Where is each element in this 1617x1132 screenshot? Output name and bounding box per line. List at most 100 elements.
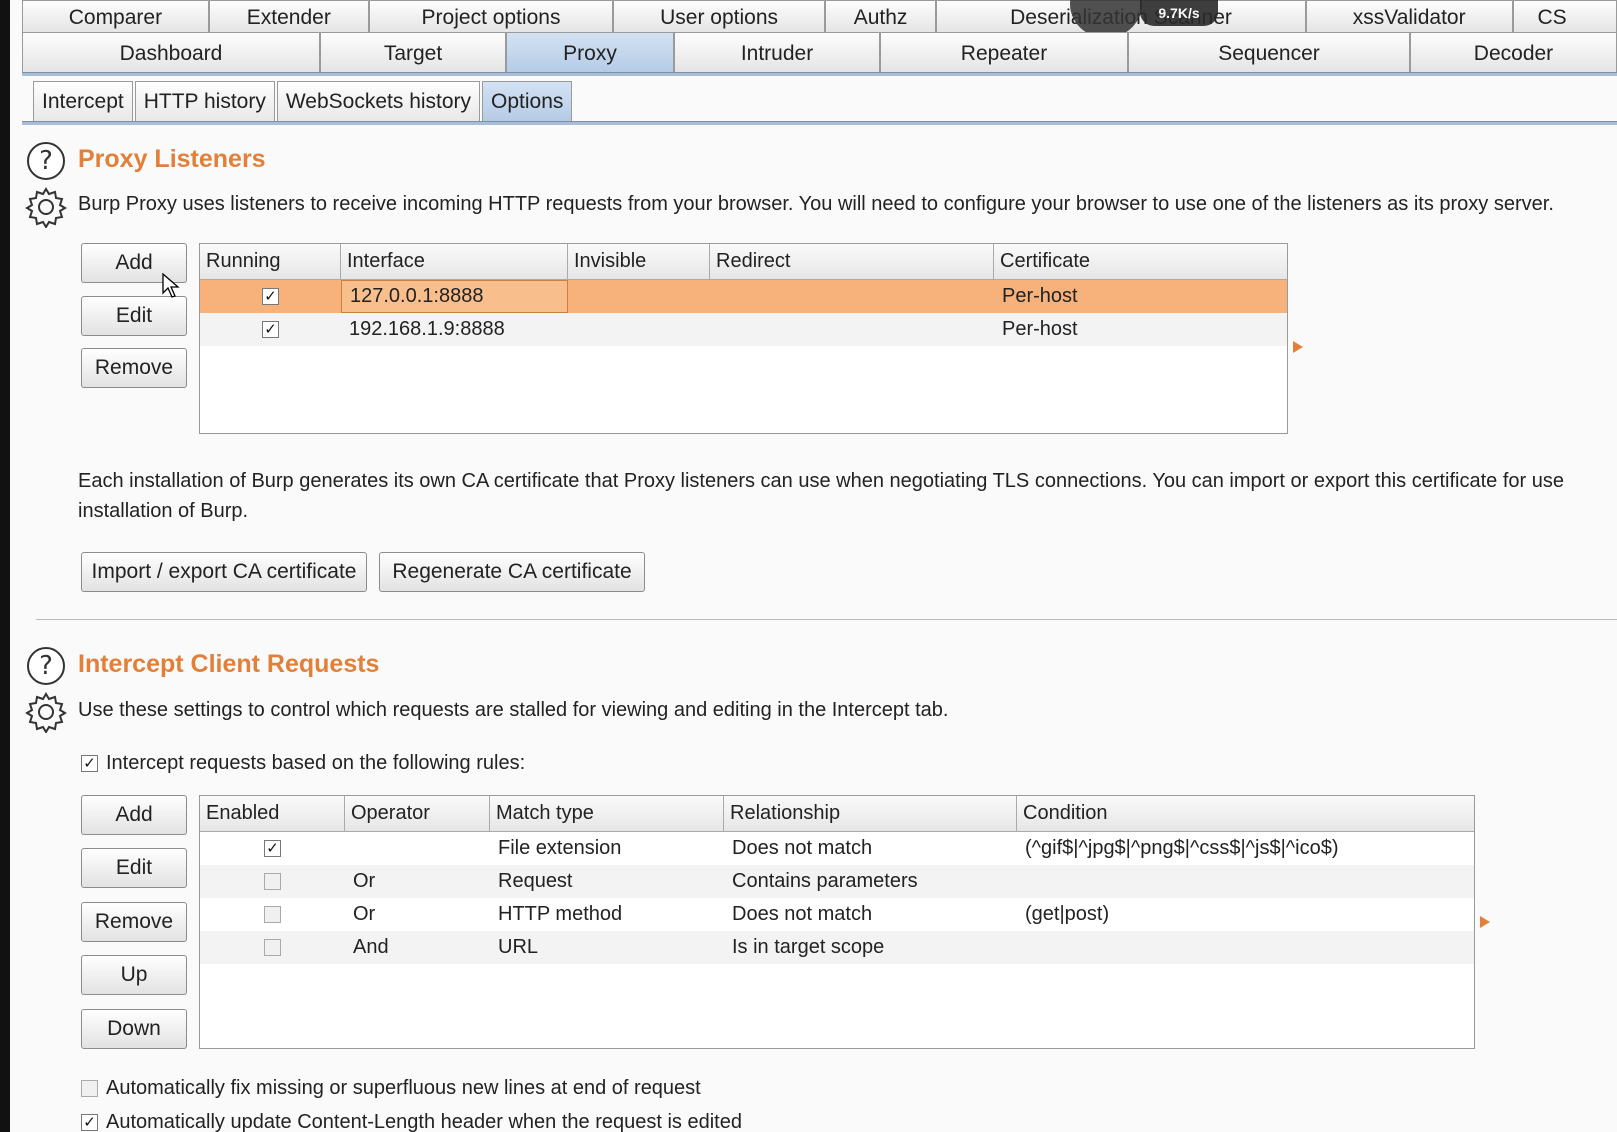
fix-newlines-label: Automatically fix missing or superfluous…	[106, 1077, 701, 1099]
table-row[interactable]: Or Request Contains parameters	[200, 865, 1474, 898]
ca-certificate-text: Each installation of Burp generates its …	[78, 470, 1564, 492]
table-row[interactable]: ✓ 192.168.1.9:8888 Per-host	[200, 313, 1287, 346]
match-type-cell: Request	[498, 870, 573, 892]
tab-intruder[interactable]: Intruder	[674, 32, 880, 74]
tab-authz[interactable]: Authz	[824, 0, 937, 34]
condition-cell: (get|post)	[1025, 903, 1110, 925]
expand-arrow-icon[interactable]	[1293, 341, 1303, 353]
intercept-rules-label: Intercept requests based on the followin…	[106, 752, 526, 774]
certificate-cell: Per-host	[1002, 285, 1078, 307]
proxy-listeners-title: Proxy Listeners	[78, 145, 266, 173]
tab-repeater[interactable]: Repeater	[880, 32, 1128, 74]
expand-arrow-icon[interactable]	[1480, 916, 1490, 928]
running-cell[interactable]: ✓	[200, 313, 341, 346]
fix-newlines-checkbox[interactable]	[81, 1080, 98, 1097]
column-header-interface[interactable]: Interface	[341, 244, 568, 279]
tab-sequencer[interactable]: Sequencer	[1128, 32, 1410, 74]
table-row[interactable]: ✓ File extension Does not match (^gif$|^…	[200, 832, 1474, 865]
rules-table-header: Enabled Operator Match type Relationship…	[200, 796, 1474, 832]
add-rule-button[interactable]: Add	[81, 795, 187, 835]
relationship-cell: Does not match	[732, 837, 873, 859]
top-tab-row-2: Dashboard Target Proxy Intruder Repeater…	[22, 32, 1617, 74]
section-divider	[36, 619, 1617, 620]
tab-xssvalidator[interactable]: xssValidator	[1305, 0, 1513, 34]
intercept-rules-option[interactable]: ✓ Intercept requests based on the follow…	[81, 752, 525, 775]
edit-rule-button[interactable]: Edit	[81, 848, 187, 888]
top-tab-row-1: Comparer Extender Project options User o…	[22, 0, 1617, 34]
remove-rule-button[interactable]: Remove	[81, 902, 187, 942]
enabled-cell[interactable]: ✓	[200, 832, 345, 865]
column-header-condition[interactable]: Condition	[1017, 796, 1474, 831]
condition-cell	[1017, 931, 1474, 964]
ca-certificate-text-continued: installation of Burp.	[78, 500, 249, 522]
enabled-cell[interactable]	[200, 931, 345, 964]
column-header-redirect[interactable]: Redirect	[710, 244, 994, 279]
operator-cell: And	[353, 936, 389, 958]
proxy-listeners-description: Burp Proxy uses listeners to receive inc…	[78, 193, 1554, 215]
tab-cs[interactable]: CS	[1512, 0, 1617, 34]
operator-cell: Or	[353, 870, 376, 892]
top-tab-underline	[22, 72, 1617, 76]
relationship-cell: Does not match	[732, 903, 873, 925]
help-icon[interactable]: ?	[27, 142, 65, 180]
move-down-button[interactable]: Down	[81, 1009, 187, 1049]
tab-project-options[interactable]: Project options	[368, 0, 614, 34]
tab-target[interactable]: Target	[320, 32, 506, 74]
subtab-options[interactable]: Options	[482, 81, 573, 121]
match-type-cell: URL	[498, 936, 539, 958]
column-header-relationship[interactable]: Relationship	[724, 796, 1017, 831]
column-header-operator[interactable]: Operator	[345, 796, 490, 831]
help-icon[interactable]: ?	[27, 647, 65, 685]
relationship-cell: Contains parameters	[732, 870, 918, 892]
running-cell[interactable]: ✓	[200, 280, 341, 313]
intercept-requests-title: Intercept Client Requests	[78, 650, 380, 678]
edit-listener-button[interactable]: Edit	[81, 296, 187, 336]
subtab-intercept[interactable]: Intercept	[33, 81, 133, 121]
enabled-checkbox[interactable]	[264, 906, 281, 923]
enabled-checkbox[interactable]	[264, 939, 281, 956]
update-content-length-option[interactable]: ✓ Automatically update Content-Length he…	[81, 1111, 742, 1132]
import-export-ca-button[interactable]: Import / export CA certificate	[81, 552, 367, 592]
subtab-http-history[interactable]: HTTP history	[134, 81, 275, 121]
tab-extender[interactable]: Extender	[208, 0, 369, 34]
condition-cell	[1017, 865, 1474, 898]
tab-comparer[interactable]: Comparer	[22, 0, 209, 34]
table-row[interactable]: And URL Is in target scope	[200, 931, 1474, 964]
move-up-button[interactable]: Up	[81, 955, 187, 995]
fix-newlines-option[interactable]: Automatically fix missing or superfluous…	[81, 1077, 701, 1100]
enabled-checkbox[interactable]: ✓	[264, 840, 281, 857]
condition-cell: (^gif$|^jpg$|^png$|^css$|^js$|^ico$)	[1025, 837, 1339, 859]
gear-icon[interactable]	[25, 691, 67, 733]
column-header-certificate[interactable]: Certificate	[994, 244, 1277, 279]
tab-decoder[interactable]: Decoder	[1410, 32, 1617, 74]
subtab-websockets-history[interactable]: WebSockets history	[276, 81, 481, 121]
listeners-table-header: Running Interface Invisible Redirect Cer…	[200, 244, 1287, 280]
column-header-running[interactable]: Running	[200, 244, 341, 279]
tab-user-options[interactable]: User options	[613, 0, 825, 34]
table-row[interactable]: ✓ 127.0.0.1:8888 Per-host	[200, 280, 1287, 313]
running-checkbox[interactable]: ✓	[262, 288, 279, 305]
intercept-requests-description: Use these settings to control which requ…	[78, 699, 949, 721]
column-header-enabled[interactable]: Enabled	[200, 796, 345, 831]
burp-window: Comparer Extender Project options User o…	[0, 0, 1617, 1132]
column-header-invisible[interactable]: Invisible	[568, 244, 710, 279]
match-type-cell: File extension	[498, 837, 622, 859]
gear-icon[interactable]	[25, 186, 67, 228]
certificate-cell: Per-host	[1002, 318, 1078, 340]
invisible-cell	[568, 280, 710, 313]
match-type-cell: HTTP method	[498, 903, 623, 925]
enabled-cell[interactable]	[200, 865, 345, 898]
column-header-match-type[interactable]: Match type	[490, 796, 724, 831]
table-row[interactable]: Or HTTP method Does not match (get|post)	[200, 898, 1474, 931]
enabled-checkbox[interactable]	[264, 873, 281, 890]
running-checkbox[interactable]: ✓	[262, 321, 279, 338]
enabled-cell[interactable]	[200, 898, 345, 931]
redirect-cell	[710, 280, 994, 313]
remove-listener-button[interactable]: Remove	[81, 348, 187, 388]
tab-proxy[interactable]: Proxy	[506, 32, 674, 74]
update-content-length-checkbox[interactable]: ✓	[81, 1114, 98, 1131]
listeners-table: Running Interface Invisible Redirect Cer…	[199, 243, 1288, 434]
tab-dashboard[interactable]: Dashboard	[22, 32, 320, 74]
intercept-rules-checkbox[interactable]: ✓	[81, 755, 98, 772]
regenerate-ca-button[interactable]: Regenerate CA certificate	[379, 552, 645, 592]
